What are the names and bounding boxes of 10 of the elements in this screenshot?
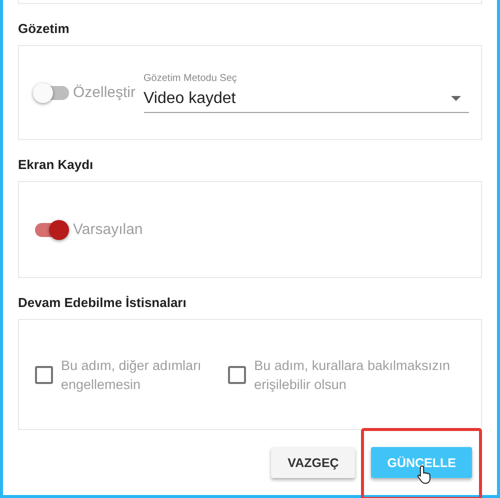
toggle-label: Varsayılan [73,221,143,238]
cancel-button[interactable]: VAZGEÇ [271,447,356,478]
select-label: Gözetim Metodu Seç [144,72,237,84]
section-heading: Devam Edebilme İstisnaları [18,294,188,312]
method-select[interactable]: Video kaydet [144,86,469,112]
section-heading: Gözetim [18,20,70,38]
checkbox-label: Bu adım, diğer adımları engellemesin [61,356,202,394]
toggle-label: Özelleştir [73,84,136,101]
checkbox-label: Bu adım, kurallara bakılmaksızın erişilebilir olsun [254,356,451,394]
section-heading: Ekran Kaydı [18,156,94,174]
